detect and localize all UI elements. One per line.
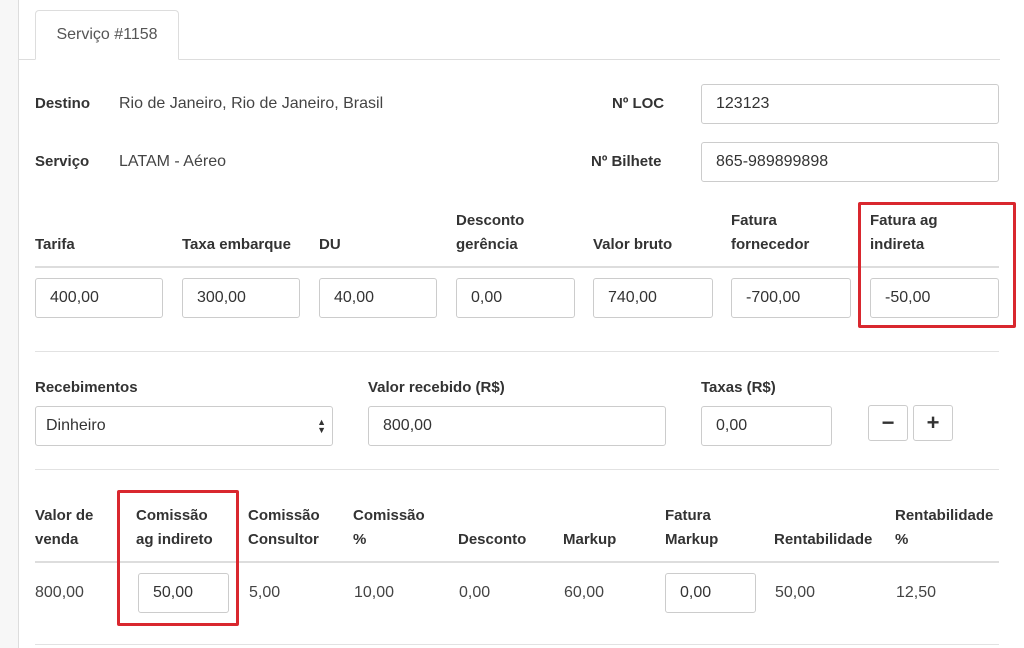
taxa-embarque-value: 300,00	[197, 289, 246, 306]
header-taxa-embarque: Taxa embarque	[182, 236, 291, 253]
plus-icon: +	[926, 410, 940, 435]
header-comissao-consultor: Comissão Consultor	[248, 504, 320, 552]
loc-value: 123123	[716, 95, 770, 112]
header-rentabilidade-pct-line1: Rentabilidade	[895, 507, 994, 524]
recebimentos-select[interactable]: Dinheiro ▲ ▼	[35, 406, 333, 446]
bilhete-value: 865-989899898	[716, 153, 829, 170]
header-rentabilidade-pct: Rentabilidade %	[895, 504, 993, 552]
header-valor-bruto: Valor bruto	[593, 236, 673, 253]
comissao-pct-value: 10,00	[354, 584, 395, 601]
tarifa-value: 400,00	[50, 289, 99, 306]
fatura-fornecedor-input[interactable]: -700,00	[731, 278, 851, 318]
comissao-consultor-value: 5,00	[249, 584, 281, 601]
section-divider-1	[35, 351, 999, 352]
recebimentos-label: Recebimentos	[35, 379, 138, 396]
section-divider-3	[35, 644, 999, 645]
header-comissao-consultor-line2: Consultor	[248, 531, 319, 548]
header-valor-venda-line2: venda	[35, 531, 79, 548]
taxas-input[interactable]: 0,00	[701, 406, 832, 446]
destino-label: Destino	[35, 95, 91, 112]
add-button[interactable]: +	[913, 405, 953, 441]
section-divider-2	[35, 469, 999, 470]
servico-label: Serviço	[35, 153, 90, 170]
tab-servico[interactable]: Serviço #1158	[35, 10, 179, 60]
desconto-gerencia-value: 0,00	[471, 289, 503, 306]
header-fatura-fornecedor-line1: Fatura	[731, 212, 777, 229]
taxas-value: 0,00	[716, 417, 748, 434]
header-rentabilidade-pct-line2: %	[895, 531, 909, 548]
header-comissao-pct-line1: Comissão	[353, 507, 425, 524]
du-value: 40,00	[334, 289, 375, 306]
loc-label: Nº LOC	[612, 95, 665, 112]
markup-value: 60,00	[564, 584, 605, 601]
header-tarifa: Tarifa	[35, 236, 75, 253]
fatura-markup-value: 0,00	[680, 584, 712, 601]
header-comissao-pct: Comissão %	[353, 504, 425, 552]
header-du: DU	[319, 236, 341, 253]
minus-icon: −	[881, 410, 895, 435]
fatura-fornecedor-value: -700,00	[746, 289, 801, 306]
destino-value: Rio de Janeiro, Rio de Janeiro, Brasil	[119, 95, 384, 112]
header-desconto: Desconto	[458, 531, 527, 548]
taxa-embarque-input[interactable]: 300,00	[182, 278, 300, 318]
bilhete-input[interactable]: 865-989899898	[701, 142, 999, 182]
header-fatura-markup: Fatura Markup	[665, 504, 718, 552]
desconto-value: 0,00	[459, 584, 491, 601]
header-fatura-markup-line2: Markup	[665, 531, 719, 548]
highlight-comissao-indireto	[117, 490, 239, 626]
header-comissao-consultor-line1: Comissão	[248, 507, 320, 524]
loc-input[interactable]: 123123	[701, 84, 999, 124]
valor-bruto-input[interactable]: 740,00	[593, 278, 713, 318]
header-rentabilidade: Rentabilidade	[774, 531, 873, 548]
header-desconto-line2: gerência	[456, 236, 518, 253]
valor-venda-value: 800,00	[35, 584, 84, 601]
remove-button[interactable]: −	[868, 405, 908, 441]
header-fatura-fornecedor-line2: fornecedor	[731, 236, 810, 253]
fatura-markup-input[interactable]: 0,00	[665, 573, 756, 613]
servico-value: LATAM - Aéreo	[119, 153, 226, 170]
header-markup: Markup	[563, 531, 617, 548]
desconto-gerencia-input[interactable]: 0,00	[456, 278, 575, 318]
du-input[interactable]: 40,00	[319, 278, 437, 318]
header-fatura-markup-line1: Fatura	[665, 507, 711, 524]
valor-bruto-value: 740,00	[608, 289, 657, 306]
tab-label: Serviço #1158	[56, 26, 158, 43]
taxas-label: Taxas (R$)	[701, 379, 776, 396]
header-valor-venda-line1: Valor de	[35, 507, 94, 524]
highlight-fatura-indireta	[858, 202, 1016, 328]
bilhete-label: Nº Bilhete	[591, 153, 662, 170]
tarifas-header-divider	[35, 266, 999, 268]
header-desconto-line1: Desconto	[456, 212, 525, 229]
tarifa-input[interactable]: 400,00	[35, 278, 163, 318]
valor-recebido-label: Valor recebido (R$)	[368, 379, 505, 396]
header-valor-venda: Valor de venda	[35, 504, 93, 552]
header-fatura-fornecedor: Fatura fornecedor	[731, 209, 809, 257]
select-arrows-icon: ▲ ▼	[317, 417, 326, 435]
valor-recebido-value: 800,00	[383, 417, 432, 434]
valor-recebido-input[interactable]: 800,00	[368, 406, 666, 446]
rentabilidade-value: 50,00	[775, 584, 816, 601]
header-desconto-gerencia: Desconto gerência	[456, 209, 524, 257]
recebimentos-value: Dinheiro	[46, 417, 106, 434]
header-comissao-pct-line2: %	[353, 531, 367, 548]
rentabilidade-pct-value: 12,50	[896, 584, 937, 601]
